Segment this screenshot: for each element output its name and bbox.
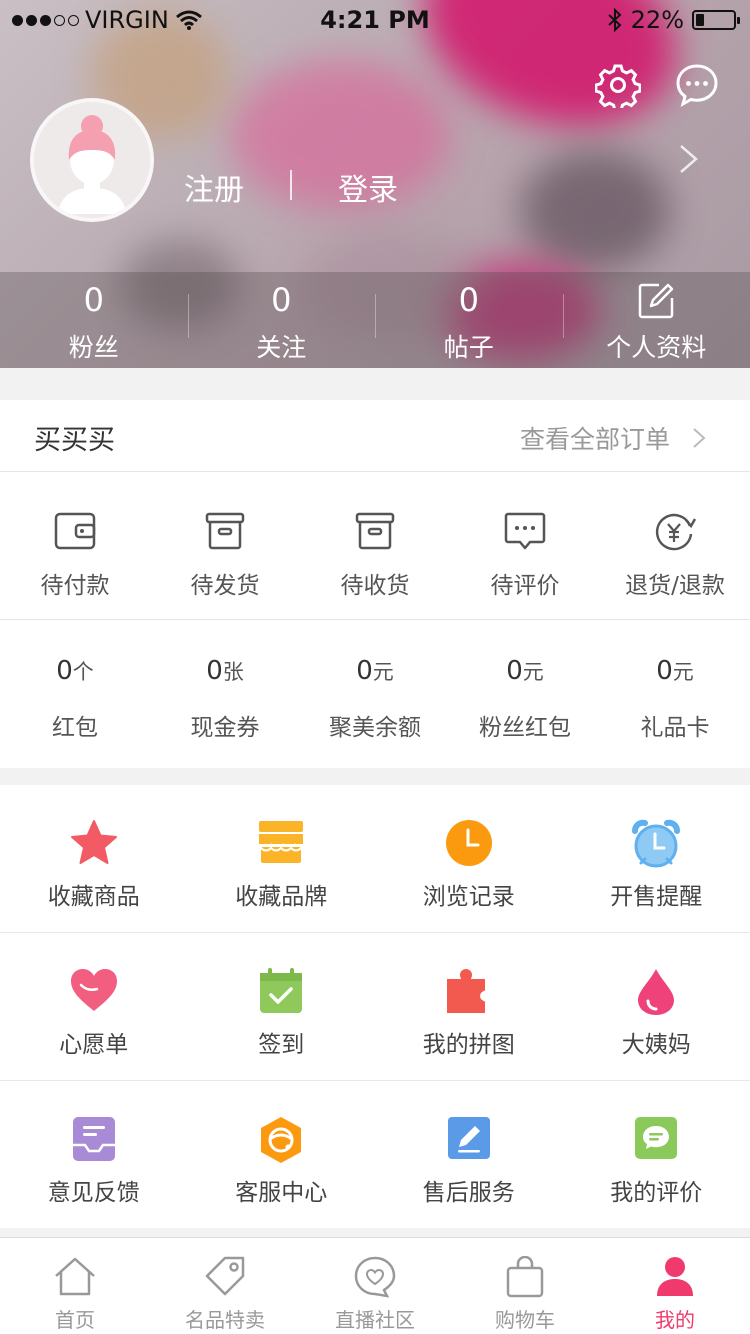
order-pending-payment[interactable]: 待付款 bbox=[0, 472, 150, 619]
comment-icon bbox=[504, 512, 546, 550]
stat-following[interactable]: 0 关注 bbox=[187, 272, 376, 368]
default-avatar-icon bbox=[34, 102, 150, 218]
auth-divider bbox=[290, 170, 292, 200]
package-icon bbox=[355, 512, 395, 550]
home-icon bbox=[55, 1257, 95, 1296]
view-all-orders-link[interactable]: 查看全部订单 bbox=[520, 420, 670, 456]
refund-icon bbox=[655, 513, 696, 551]
register-button[interactable]: 注册 bbox=[184, 165, 244, 209]
box-icon bbox=[205, 512, 245, 550]
gear-icon[interactable] bbox=[595, 62, 641, 108]
profile-edit-button[interactable]: 个人资料 bbox=[562, 272, 750, 368]
avatar[interactable] bbox=[30, 98, 154, 222]
asset-fan-red-packet[interactable]: 0元 粉丝红包 bbox=[450, 620, 600, 767]
favorite-brands[interactable]: 收藏品牌 bbox=[188, 785, 376, 932]
browse-history[interactable]: 浏览记录 bbox=[375, 785, 563, 932]
clock-icon bbox=[445, 820, 492, 866]
wish-list[interactable]: 心愿单 bbox=[0, 933, 188, 1080]
favorite-products[interactable]: 收藏商品 bbox=[0, 785, 188, 932]
profile-stats: 0 粉丝 0 关注 0 帖子 个人资料 bbox=[0, 272, 750, 368]
review-icon bbox=[635, 1117, 678, 1159]
edit-profile-icon bbox=[639, 283, 674, 319]
live-heart-icon bbox=[354, 1256, 396, 1298]
alarm-icon bbox=[632, 819, 681, 868]
order-pending-review[interactable]: 待评价 bbox=[450, 472, 600, 619]
asset-balance[interactable]: 0元 聚美余额 bbox=[300, 620, 450, 767]
tab-bar: 首页 名品特卖 直播社区 购物车 我的 bbox=[0, 1237, 750, 1334]
sale-reminder[interactable]: 开售提醒 bbox=[563, 785, 750, 932]
calendar-check-icon bbox=[260, 968, 303, 1013]
my-reviews[interactable]: 我的评价 bbox=[563, 1081, 750, 1228]
battery-icon bbox=[692, 10, 740, 30]
tab-mine[interactable]: 我的 bbox=[600, 1238, 750, 1334]
feedback[interactable]: 意见反馈 bbox=[0, 1081, 188, 1228]
star-icon bbox=[70, 820, 117, 864]
chevron-right-icon[interactable] bbox=[692, 427, 706, 449]
battery-percent: 22% bbox=[630, 6, 684, 34]
period-tracker[interactable]: 大姨妈 bbox=[563, 933, 750, 1080]
my-puzzle[interactable]: 我的拼图 bbox=[375, 933, 563, 1080]
order-pending-shipment[interactable]: 待发货 bbox=[150, 472, 300, 619]
order-pending-receipt[interactable]: 待收货 bbox=[300, 472, 450, 619]
bluetooth-icon bbox=[607, 8, 622, 32]
wallet-icon bbox=[54, 512, 96, 550]
drop-icon bbox=[638, 969, 675, 1015]
orders-title: 买买买 bbox=[34, 425, 115, 456]
bag-icon bbox=[506, 1256, 544, 1298]
person-icon bbox=[657, 1257, 693, 1296]
asset-cash-coupon[interactable]: 0张 现金券 bbox=[150, 620, 300, 767]
orders-header: 买买买 查看全部订单 bbox=[0, 400, 750, 472]
tab-live-community[interactable]: 直播社区 bbox=[300, 1238, 450, 1334]
features-grid: 收藏商品 收藏品牌 浏览记录 开售提醒 心愿单 签到 我的拼图 大姨妈 意见反馈… bbox=[0, 785, 750, 1228]
order-status-row: 待付款 待发货 待收货 待评价 退货/退款 bbox=[0, 472, 750, 620]
puzzle-icon bbox=[446, 969, 493, 1013]
orders-section: 买买买 查看全部订单 待付款 待发货 待收货 待评价 退货/退款 0个 红包 0… bbox=[0, 400, 750, 768]
feedback-icon bbox=[72, 1117, 115, 1161]
status-bar: VIRGIN 4:21 PM 22% bbox=[0, 0, 750, 40]
message-icon[interactable] bbox=[674, 62, 720, 108]
edit-icon bbox=[447, 1117, 490, 1159]
tab-home[interactable]: 首页 bbox=[0, 1238, 150, 1334]
stat-fans[interactable]: 0 粉丝 bbox=[0, 272, 188, 368]
after-sales[interactable]: 售后服务 bbox=[375, 1081, 563, 1228]
heart-icon bbox=[70, 969, 117, 1011]
assets-row: 0个 红包 0张 现金券 0元 聚美余额 0元 粉丝红包 0元 礼品卡 bbox=[0, 620, 750, 767]
asset-red-packet[interactable]: 0个 红包 bbox=[0, 620, 150, 767]
service-icon bbox=[261, 1117, 302, 1163]
chevron-right-icon[interactable] bbox=[678, 143, 700, 175]
tab-brand-sale[interactable]: 名品特卖 bbox=[150, 1238, 300, 1334]
check-in[interactable]: 签到 bbox=[188, 933, 376, 1080]
asset-gift-card[interactable]: 0元 礼品卡 bbox=[600, 620, 750, 767]
tab-cart[interactable]: 购物车 bbox=[450, 1238, 600, 1334]
stat-posts[interactable]: 0 帖子 bbox=[375, 272, 563, 368]
order-refund[interactable]: 退货/退款 bbox=[600, 472, 750, 619]
login-button[interactable]: 登录 bbox=[338, 165, 398, 209]
tag-icon bbox=[205, 1256, 245, 1296]
store-icon bbox=[258, 821, 304, 863]
customer-service[interactable]: 客服中心 bbox=[188, 1081, 376, 1228]
profile-header: VIRGIN 4:21 PM 22% 注册 登录 0 粉丝 0 关注 0 帖子 … bbox=[0, 0, 750, 368]
